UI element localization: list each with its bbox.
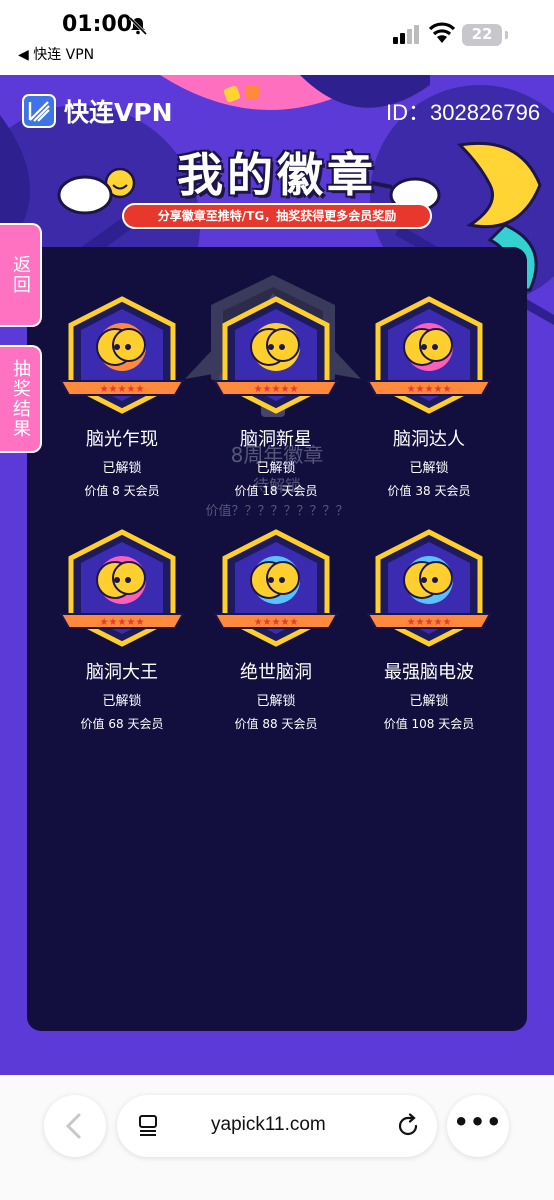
badge-emblem: ★★★★★ — [213, 529, 339, 647]
svg-text:★★★★★: ★★★★★ — [254, 617, 299, 628]
badge-status: 已解锁 — [256, 694, 296, 709]
clock: 01:00 — [62, 12, 133, 37]
app-logo-icon — [22, 94, 56, 128]
battery-tip — [505, 31, 508, 39]
muted-bell-icon — [128, 16, 148, 36]
share-ribbon: 分享徽章至推特/TG，抽奖获得更多会员奖励 — [122, 203, 432, 229]
share-ribbon-text: 分享徽章至推特/TG，抽奖获得更多会员奖励 — [157, 209, 397, 223]
svg-text:★★★★★: ★★★★★ — [100, 617, 145, 628]
svg-text:★★★★★: ★★★★★ — [407, 617, 452, 628]
badge-card[interactable]: ★★★★★ 脑洞达人已解锁价值 38 天会员 — [359, 295, 499, 499]
badge-name: 脑洞新星 — [240, 429, 312, 450]
badge-value: 价值 88 天会员 — [234, 717, 318, 731]
badge-value: 价值 18 天会员 — [234, 484, 318, 498]
badge-name: 脑洞达人 — [393, 429, 465, 450]
back-button-label: 返回 — [10, 255, 31, 295]
browser-back-button[interactable] — [44, 1095, 106, 1157]
badge-card[interactable]: ★★★★★ 脑洞新星已解锁价值 18 天会员 — [206, 295, 346, 499]
more-dots-icon: ••• — [453, 1108, 503, 1136]
lottery-results-label: 抽奖结果 — [10, 359, 31, 439]
badge-emblem: ★★★★★ — [366, 296, 492, 414]
svg-text:★★★★★: ★★★★★ — [100, 384, 145, 395]
svg-text:★★★★★: ★★★★★ — [407, 384, 452, 395]
battery-icon: 22 — [462, 24, 502, 46]
cellular-signal-icon — [393, 25, 419, 44]
badge-status: 已解锁 — [409, 461, 449, 476]
badge-status: 已解锁 — [409, 694, 449, 709]
svg-text:★★★★★: ★★★★★ — [254, 384, 299, 395]
chevron-left-icon — [65, 1113, 81, 1139]
badge-status: 已解锁 — [102, 694, 142, 709]
brand-name: 快连VPN — [64, 98, 173, 127]
page-title: 我的徽章 — [177, 148, 377, 202]
page-menu-icon[interactable] — [137, 1114, 159, 1138]
badge-card[interactable]: ★★★★★ 最强脑电波已解锁价值 108 天会员 — [359, 528, 499, 732]
badge-emblem: ★★★★★ — [366, 529, 492, 647]
badge-value: 价值 38 天会员 — [387, 484, 471, 498]
badge-emblem: ★★★★★ — [213, 296, 339, 414]
lottery-results-button[interactable]: 抽奖结果 — [0, 345, 42, 453]
badge-emblem: ★★★★★ — [59, 296, 185, 414]
badge-name: 绝世脑洞 — [240, 662, 312, 683]
wifi-icon — [428, 22, 456, 43]
badge-emblem: ★★★★★ — [59, 529, 185, 647]
badge-name: 脑洞大王 — [86, 662, 158, 683]
badge-card[interactable]: ★★★★★ 脑洞大王已解锁价值 68 天会员 — [52, 528, 192, 732]
brand: 快连VPN — [22, 93, 173, 129]
browser-more-button[interactable]: ••• — [447, 1095, 509, 1157]
badge-status: 已解锁 — [256, 461, 296, 476]
badge-panel: 8周年徽章 待解锁 价值？？？？？？？？？ ★★★★★ 脑光乍现 已解锁 价值 8 天… — [27, 247, 527, 1031]
user-id: ID：302826796 — [386, 100, 541, 125]
logo-lines-icon — [28, 101, 50, 122]
badge-name: 最强脑电波 — [384, 662, 474, 683]
badge-value: 价值 8 天会员 — [84, 484, 160, 498]
status-bar: 01:00 ◀ 快连 VPN 22 — [0, 0, 554, 75]
back-to-app-link[interactable]: ◀ 快连 VPN — [18, 44, 94, 64]
badge-value: 价值 68 天会员 — [80, 717, 164, 731]
badge-page: 快连VPN ID：302826796 我的徽章 分享徽章至推特/TG，抽奖获得更… — [0, 75, 554, 1075]
url-text: yapick11.com — [211, 1114, 326, 1135]
reload-icon[interactable] — [395, 1113, 421, 1139]
badge-name: 脑光乍现 — [86, 429, 158, 450]
browser-toolbar: yapick11.com ••• — [0, 1075, 554, 1200]
badge-value: 价值 108 天会员 — [383, 717, 475, 731]
back-button[interactable]: 返回 — [0, 223, 42, 327]
address-bar[interactable]: yapick11.com — [117, 1095, 437, 1157]
badge-status: 已解锁 — [102, 461, 142, 476]
featured-badge-value: 价值？？？？？？？？？ — [205, 504, 349, 519]
badge-card[interactable]: ★★★★★ 脑光乍现已解锁价值 8 天会员 — [52, 295, 192, 499]
badge-card[interactable]: ★★★★★ 绝世脑洞已解锁价值 88 天会员 — [206, 528, 346, 732]
